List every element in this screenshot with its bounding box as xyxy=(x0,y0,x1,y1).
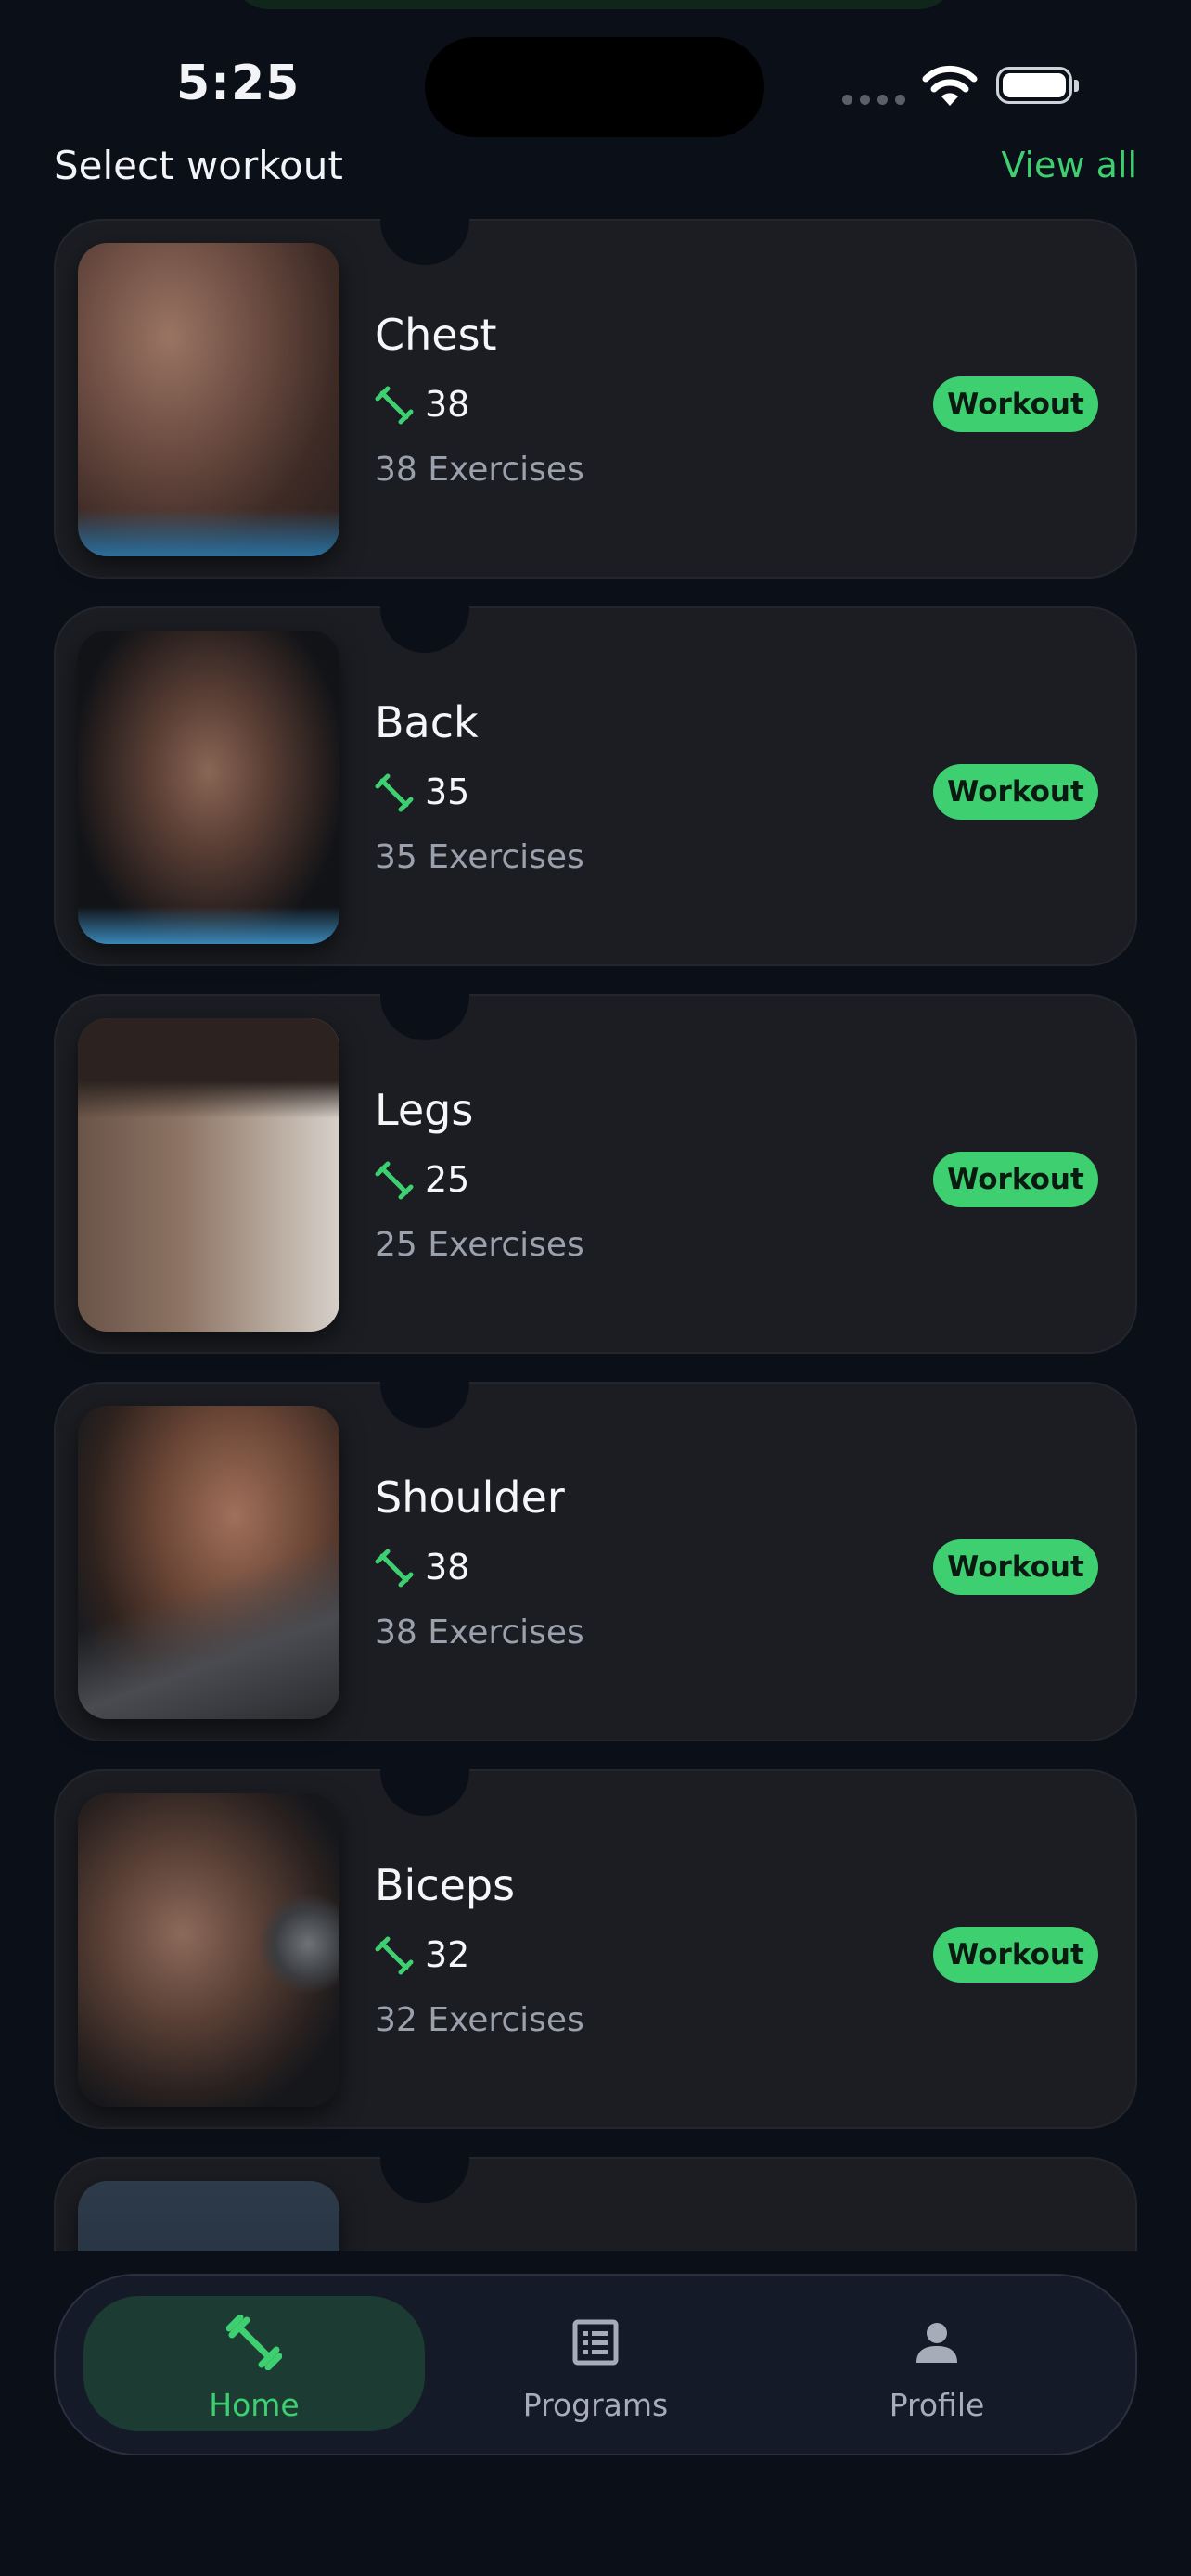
workout-card[interactable]: Legs 25 25 Exercises Workout xyxy=(54,992,1137,1354)
dumbbell-icon xyxy=(375,386,414,425)
card-notch xyxy=(380,219,469,265)
exercises-label: 38 Exercises xyxy=(375,451,584,489)
nav-profile[interactable]: Profile xyxy=(766,2296,1108,2431)
dynamic-island xyxy=(425,37,764,137)
workout-card[interactable]: Shoulder 38 38 Exercises Workout xyxy=(54,1380,1137,1741)
dumbbell-icon xyxy=(375,1549,414,1588)
workout-button[interactable]: Workout xyxy=(933,1152,1098,1207)
view-all-link[interactable]: View all xyxy=(1001,145,1137,185)
nav-label-profile: Profile xyxy=(889,2387,985,2423)
dumbbell-icon xyxy=(226,2315,282,2370)
card-notch xyxy=(380,605,469,653)
card-notch xyxy=(380,2155,469,2203)
cellular-signal-icon xyxy=(842,95,905,105)
exercises-label: 32 Exercises xyxy=(375,2001,584,2039)
exercises-label: 25 Exercises xyxy=(375,1226,584,1264)
exercise-count: 35 xyxy=(425,772,470,812)
card-notch xyxy=(380,1767,469,1816)
workout-title: Shoulder xyxy=(375,1473,565,1523)
exercise-count: 38 xyxy=(425,384,470,425)
card-notch xyxy=(380,1380,469,1428)
workout-title: Biceps xyxy=(375,1860,516,1910)
exercise-count: 25 xyxy=(425,1159,470,1200)
workout-button[interactable]: Workout xyxy=(933,764,1098,820)
nav-programs[interactable]: Programs xyxy=(425,2296,766,2431)
partial-photo xyxy=(78,2181,339,2251)
bottom-nav: Home Programs Profile xyxy=(54,2274,1137,2455)
workout-button[interactable]: Workout xyxy=(933,376,1098,432)
exercises-label: 38 Exercises xyxy=(375,1613,584,1651)
section-title: Select workout xyxy=(54,143,343,188)
shoulder-photo xyxy=(78,1406,339,1719)
workout-card[interactable]: Chest 38 38 Exercises Workout xyxy=(54,219,1137,579)
wifi-icon xyxy=(922,65,978,106)
dumbbell-icon xyxy=(375,773,414,812)
legs-photo xyxy=(78,1018,339,1332)
workout-button[interactable]: Workout xyxy=(933,1539,1098,1595)
workout-card[interactable]: Biceps 32 32 Exercises Workout xyxy=(54,1767,1137,2129)
workout-title: Legs xyxy=(375,1085,474,1135)
workout-card[interactable] xyxy=(54,2155,1137,2251)
card-notch xyxy=(380,992,469,1040)
workout-title: Back xyxy=(375,697,479,747)
workout-list[interactable]: Chest 38 38 Exercises Workout Back 35 35… xyxy=(54,219,1137,2251)
dumbbell-icon xyxy=(375,1161,414,1200)
biceps-photo xyxy=(78,1793,339,2107)
nav-label-home: Home xyxy=(209,2387,300,2423)
nav-label-programs: Programs xyxy=(522,2387,669,2423)
workout-title: Chest xyxy=(375,310,497,360)
list-icon xyxy=(572,2319,619,2366)
workout-button[interactable]: Workout xyxy=(933,1927,1098,1983)
status-bar: 5:25 xyxy=(0,0,1191,139)
chest-photo xyxy=(78,243,339,556)
exercise-count: 32 xyxy=(425,1934,470,1975)
nav-home[interactable]: Home xyxy=(83,2296,425,2431)
exercise-count: 38 xyxy=(425,1547,470,1588)
dumbbell-icon xyxy=(375,1936,414,1975)
back-photo xyxy=(78,631,339,944)
workout-card[interactable]: Back 35 35 Exercises Workout xyxy=(54,605,1137,966)
exercises-label: 35 Exercises xyxy=(375,838,584,876)
person-icon xyxy=(916,2323,957,2363)
battery-icon xyxy=(996,67,1079,104)
status-time: 5:25 xyxy=(176,56,301,111)
